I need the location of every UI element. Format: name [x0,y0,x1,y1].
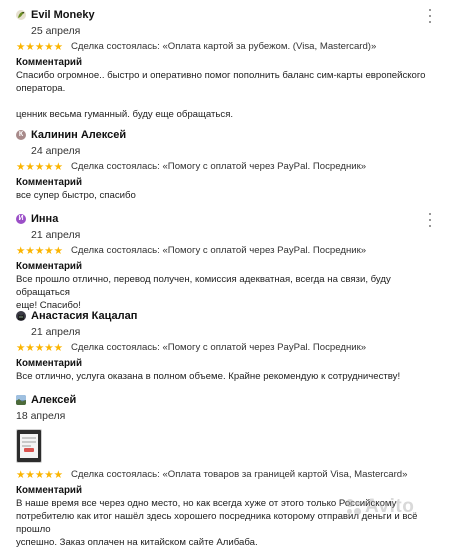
rating-stars-icon: ★★★★★ [16,245,64,257]
review-card: Evil Moneky 25 апреля ★★★★★ Сделка состо… [16,9,436,121]
comment-line: успешно. Заказ оплачен на китайском сайт… [16,537,258,548]
review-date: 18 апреля [16,410,66,422]
comment-line: все супер быстро, спасибо [16,190,136,201]
deal-info: Сделка состоялась: «Помогу с оплатой чер… [71,161,367,172]
comment-title: Комментарий [16,261,82,272]
gecko-avatar-icon[interactable] [16,10,26,20]
comment-line: Все отлично, услуга оказана в полном объ… [16,371,401,382]
avito-watermark: Avito [346,496,414,518]
comment-title: Комментарий [16,57,82,68]
rating-stars-icon: ★★★★★ [16,161,64,173]
comment-text: все супер быстро, спасибо [16,189,436,202]
reviewer-name[interactable]: Инна [31,213,58,226]
deal-info: Сделка состоялась: «Оплата картой за руб… [71,41,377,52]
avatar[interactable]: К [16,130,26,140]
comment-text: Спасибо огромное.. быстро и оперативно п… [16,69,436,121]
more-options-icon[interactable] [425,9,435,23]
comment-line: оператора. [16,83,66,94]
reviewer-name[interactable]: Evil Moneky [31,9,95,22]
comment-title: Комментарий [16,177,82,188]
comment-text: Все отлично, услуга оказана в полном объ… [16,370,436,383]
review-date: 21 апреля [31,326,81,338]
review-date: 21 апреля [31,229,81,241]
review-card: К Калинин Алексей 24 апреля ★★★★★ Сделка… [16,129,436,202]
deal-info: Сделка состоялась: «Оплата товаров за гр… [71,469,408,480]
review-card: Анастасия Кацалап 21 апреля ★★★★★ Сделка… [16,310,436,383]
deal-info: Сделка состоялась: «Помогу с оплатой чер… [71,245,367,256]
more-options-icon[interactable] [425,213,435,227]
avito-logo-icon [346,498,362,515]
attached-photo-thumbnail[interactable] [16,429,42,463]
reviewer-name[interactable]: Калинин Алексей [31,129,126,142]
rating-stars-icon: ★★★★★ [16,41,64,53]
comment-line: Спасибо огромное.. быстро и оперативно п… [16,70,426,81]
cat-avatar-icon[interactable] [16,311,26,321]
reviewer-name[interactable]: Анастасия Кацалап [31,310,137,323]
avatar[interactable]: И [16,214,26,224]
comment-title: Комментарий [16,358,82,369]
review-date: 24 апреля [31,145,81,157]
comment-line: ценник весьма гуманный. буду еще обращат… [16,109,234,120]
review-card: Алексей 18 апреля ★★★★★ Сделка состоялас… [16,394,436,549]
landscape-avatar-icon[interactable] [16,395,26,405]
avito-watermark-text: Avito [365,496,415,517]
deal-info: Сделка состоялась: «Помогу с оплатой чер… [71,342,367,353]
review-date: 25 апреля [31,25,81,37]
rating-stars-icon: ★★★★★ [16,469,64,481]
reviewer-name[interactable]: Алексей [31,394,76,407]
comment-text: Все прошло отлично, перевод получен, ком… [16,273,436,312]
review-card: И Инна 21 апреля ★★★★★ Сделка состоялась… [16,213,436,312]
rating-stars-icon: ★★★★★ [16,342,64,354]
comment-line: Все прошло отлично, перевод получен, ком… [16,274,391,298]
